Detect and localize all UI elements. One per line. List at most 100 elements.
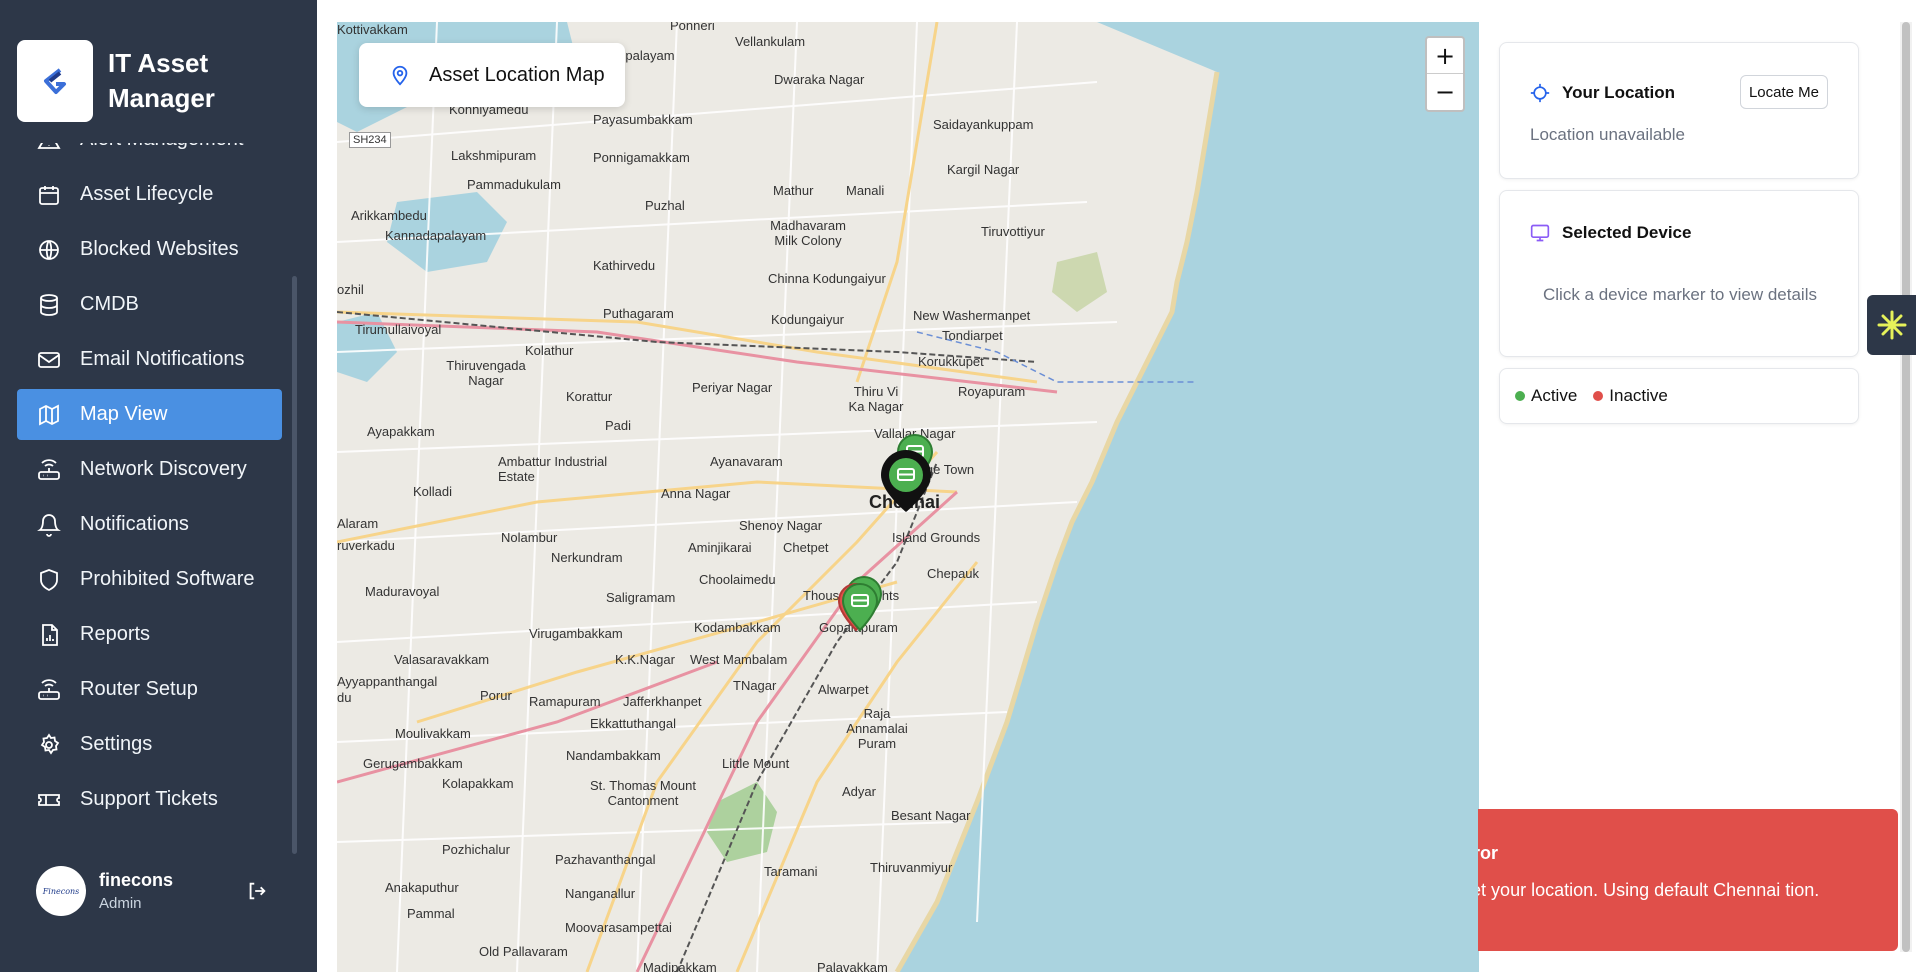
ticket-icon [38, 793, 60, 806]
sidebar-item-label: Blocked Websites [80, 238, 239, 260]
map-label: Besant Nagar [891, 808, 971, 823]
map-label: ruverkadu [337, 538, 395, 553]
map-pin-icon [392, 65, 408, 86]
map-label: Island Grounds [892, 530, 981, 545]
map-label: Nerkundram [551, 550, 623, 565]
map-label: Moovarasampettai [565, 920, 672, 935]
legend-inactive: Inactive [1609, 386, 1668, 405]
map-label: du [337, 690, 352, 705]
map-label: Adyar [842, 784, 876, 799]
brand[interactable]: IT Asset Manager [17, 40, 258, 122]
file-chart-icon [42, 623, 58, 646]
map-label: Palavakkam [817, 960, 888, 972]
map-label: Kolapakkam [442, 776, 514, 791]
map-label: Ayapakkam [367, 424, 435, 439]
sidebar-item-settings[interactable]: Settings [17, 719, 282, 770]
logout-icon[interactable] [246, 880, 268, 902]
device-marker-selected[interactable] [878, 448, 934, 514]
sidebar-item-blocked-websites[interactable]: Blocked Websites [17, 224, 282, 275]
assistant-widget[interactable] [1867, 295, 1916, 355]
map-label: Pozhichalur [442, 842, 510, 857]
sidebar-item-alert-management[interactable]: Alert Management [17, 143, 282, 165]
sidebar-item-label: Settings [80, 733, 153, 755]
map-label: Thiru Vi Ka Nagar [848, 384, 904, 414]
map-label: Ponneri [670, 22, 715, 33]
locate-me-button[interactable]: Locate Me [1740, 75, 1828, 109]
map-label: Korattur [566, 389, 613, 404]
map-title-card: Asset Location Map [359, 43, 625, 107]
map-title: Asset Location Map [429, 63, 605, 86]
map-label: Madhavaram Milk Colony [770, 218, 846, 248]
legend-card: Active Inactive [1499, 368, 1859, 424]
sidebar-item-label: Router Setup [80, 678, 198, 700]
sidebar-item-label: Map View [80, 403, 168, 425]
map-label: Dwaraka Nagar [774, 72, 865, 87]
sidebar-item-label: Email Notifications [80, 348, 245, 370]
sidebar-item-router-setup[interactable]: Router Setup [17, 664, 282, 715]
database-icon [40, 293, 58, 316]
map-label: Jafferkhanpet [623, 694, 702, 709]
user-profile[interactable]: Finecons finecons Admin [36, 866, 173, 916]
sidebar-item-support-tickets[interactable]: Support Tickets [17, 774, 282, 825]
map-label: Ayyappanthangal [337, 674, 438, 689]
map-label: Kolathur [525, 343, 574, 358]
map-label: Kolladi [413, 484, 453, 499]
map-label: Saidayankuppam [933, 117, 1034, 132]
map-label: Tondiarpet [942, 328, 1003, 343]
map-label: Ayanavaram [710, 454, 783, 469]
inactive-dot [1593, 391, 1604, 401]
globe-icon [39, 239, 59, 260]
app-logo [17, 40, 93, 122]
zoom-in-button[interactable]: + [1427, 38, 1463, 74]
sidebar-item-asset-lifecycle[interactable]: Asset Lifecycle [17, 169, 282, 220]
alert-triangle-icon [37, 143, 61, 149]
map-label: K.K.Nagar [615, 652, 675, 667]
map-label: Alwarpet [818, 682, 869, 697]
sidebar-item-email-notifications[interactable]: Email Notifications [17, 334, 282, 385]
app-title: IT Asset Manager [108, 48, 215, 113]
zoom-out-button[interactable]: − [1427, 74, 1463, 110]
monitor-icon [1530, 224, 1550, 242]
location-error-toast[interactable]: tion Error d not get your location. Usin… [1478, 809, 1898, 951]
map-label: Pammal [407, 906, 455, 921]
map-label: Madipakkam [643, 960, 717, 972]
map-label: Chetpet [783, 540, 829, 555]
sidebar-item-prohibited-software[interactable]: Prohibited Software [17, 554, 282, 605]
crosshair-icon [1530, 83, 1550, 103]
sidebar-item-cmdb[interactable]: CMDB [17, 279, 282, 330]
map-label: Korukkupet [918, 354, 984, 369]
map-canvas[interactable]: Ponneri Vellankulam Kannampalayam Dwarak… [337, 22, 1479, 972]
legend-active: Active [1531, 386, 1578, 405]
sidebar-item-network-discovery[interactable]: Network Discovery [17, 444, 282, 495]
map-label: Nanganallur [565, 886, 636, 901]
map-label: ozhil [337, 282, 364, 297]
zoom-control: + − [1425, 36, 1465, 112]
map-label: Tiruvottiyur [981, 224, 1045, 239]
page-scrollbar-thumb[interactable] [1902, 22, 1910, 952]
map-label: Little Mount [722, 756, 790, 771]
bell-icon [37, 513, 61, 537]
mail-icon [38, 351, 60, 368]
device-marker-active[interactable] [840, 582, 880, 632]
toast-message: d not get your location. Using default C… [1478, 880, 1820, 900]
sidebar-item-label: Asset Lifecycle [80, 183, 214, 205]
sidebar-item-reports[interactable]: Reports [17, 609, 282, 660]
user-name: finecons [99, 870, 174, 890]
map-label: Shenoy Nagar [739, 518, 823, 533]
user-role: Admin [99, 895, 142, 912]
map-label: New Washermanpet [913, 308, 1031, 323]
map-label: Payasumbakkam [593, 112, 693, 127]
map-label: Old Pallavaram [479, 944, 568, 959]
page-scrollbar[interactable] [1900, 22, 1912, 952]
device-hint: Click a device marker to view details [1543, 285, 1817, 304]
map-label: Thiruvengada Nagar [446, 358, 526, 388]
sidebar-nav: Alert Management Asset Lifecycle Blocked… [17, 143, 282, 850]
map-label: Anna Nagar [661, 486, 731, 501]
sparkle-icon [1877, 310, 1906, 340]
sidebar-item-notifications[interactable]: Notifications [17, 499, 282, 550]
router-icon [38, 678, 60, 700]
map-label: West Mambalam [690, 652, 788, 667]
sidebar: IT Asset Manager Alert Management Asset … [0, 0, 317, 972]
sidebar-scrollbar[interactable] [292, 276, 297, 854]
sidebar-item-map-view[interactable]: Map View [17, 389, 282, 440]
